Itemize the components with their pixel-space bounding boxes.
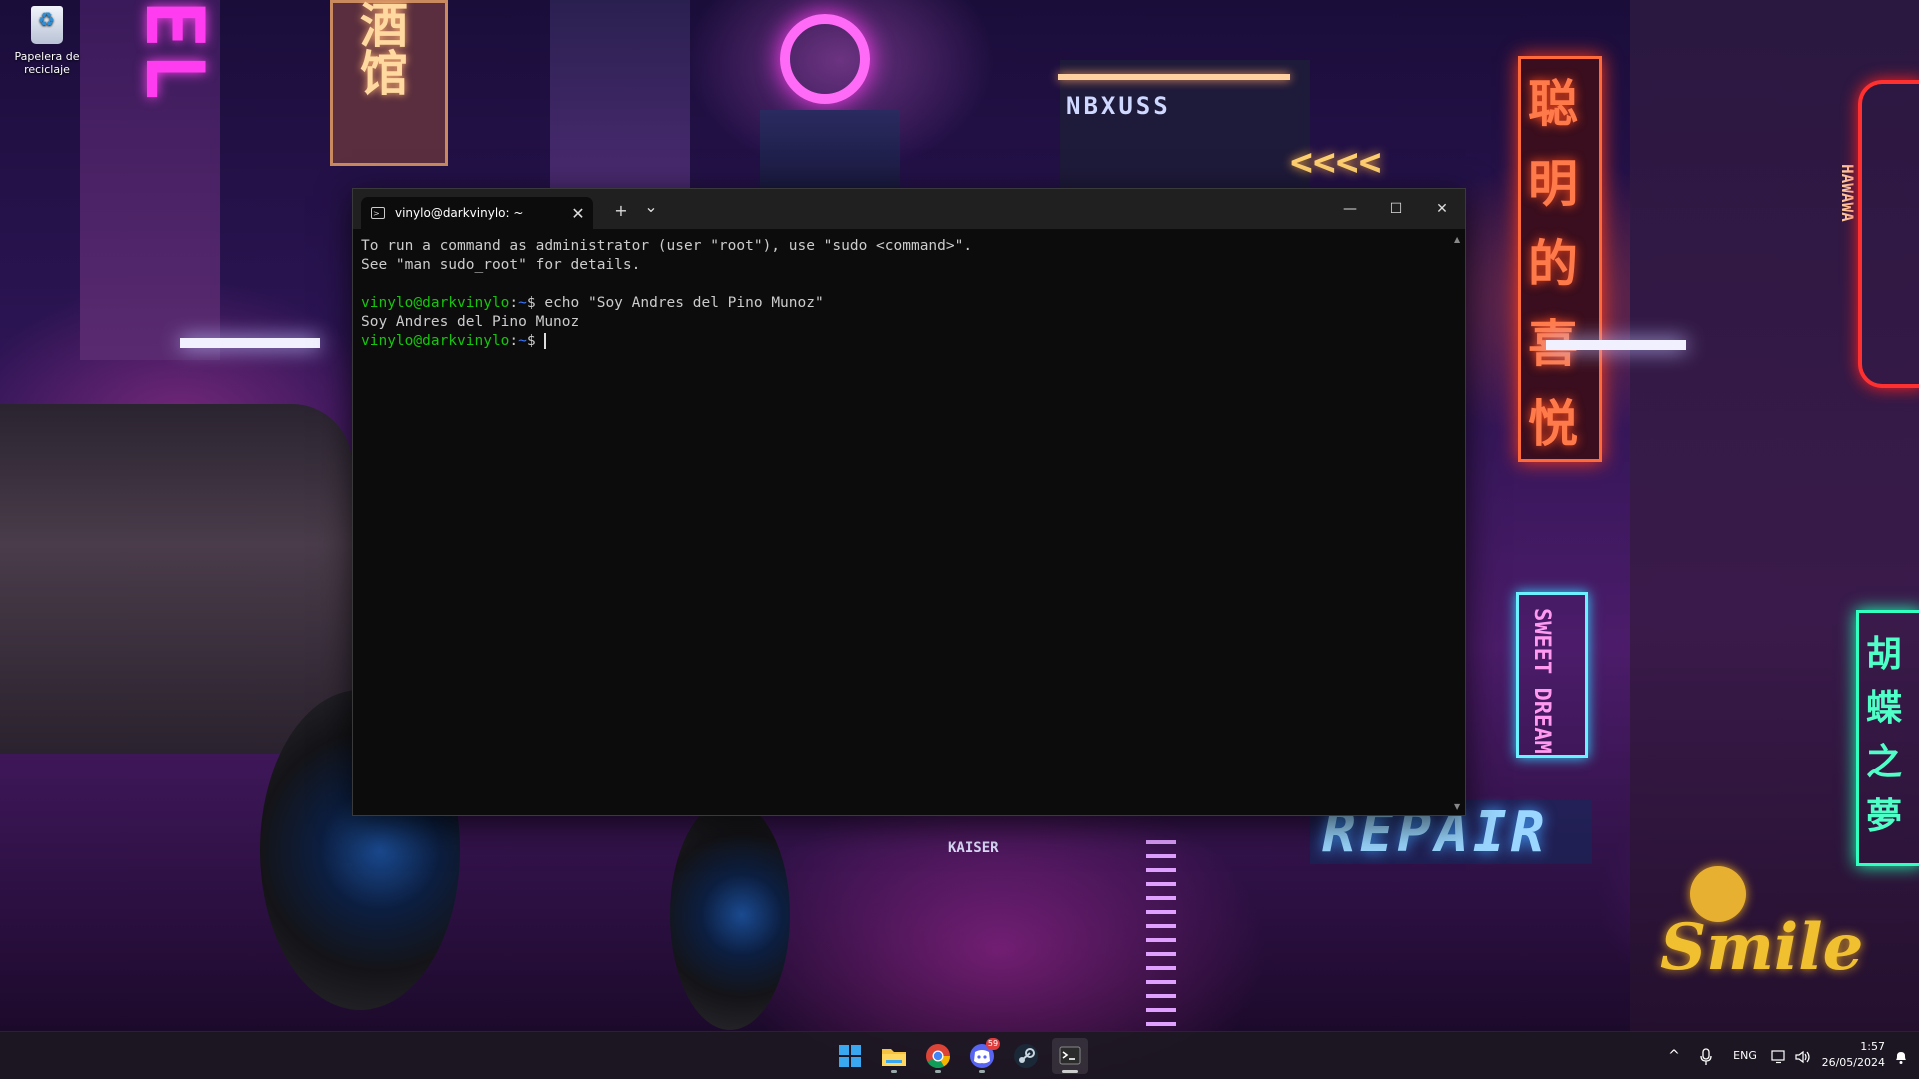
wallpaper-neon-ring	[780, 14, 870, 104]
recycle-bin-label: Papelera de reciclaje	[14, 50, 80, 76]
recycle-bin[interactable]: Papelera de reciclaje	[12, 4, 82, 76]
running-indicator	[1062, 1070, 1078, 1073]
file-explorer-icon	[882, 1049, 906, 1066]
console-line: See "man sudo_root" for details.	[361, 257, 641, 273]
wallpaper-sign-smile: Smile	[1660, 910, 1864, 985]
wallpaper-sign-el: EL	[128, 0, 221, 105]
terminal-icon	[1059, 1046, 1081, 1065]
prompt-separator: :	[509, 333, 519, 349]
wallpaper-sign-sweet-dream: SWEET DREAM	[1529, 608, 1554, 754]
notification-badge: 59	[986, 1038, 1000, 1050]
console-output-line: Soy Andres del Pino Munoz	[361, 314, 580, 330]
chrome-button[interactable]	[920, 1038, 956, 1074]
terminal-console[interactable]: To run a command as administrator (user …	[361, 237, 1445, 815]
steam-button[interactable]	[1008, 1038, 1044, 1074]
taskbar: 59 ^ ENG 1:57 26/05/2024	[0, 1031, 1919, 1079]
tab-dropdown-button[interactable]: ⌄	[637, 193, 665, 221]
scroll-up-icon[interactable]: ▲	[1454, 235, 1460, 244]
terminal-titlebar[interactable]: > vinylo@darkvinylo: ~ ✕ + ⌄ — ☐ ✕	[353, 189, 1465, 229]
clock[interactable]: 1:57 26/05/2024	[1805, 1039, 1885, 1071]
microphone-icon[interactable]	[1691, 1032, 1721, 1079]
close-button[interactable]: ✕	[1419, 189, 1465, 229]
wallpaper-char: 明	[1528, 155, 1578, 213]
scroll-down-icon[interactable]: ▼	[1454, 802, 1460, 811]
wallpaper-sign-hawawa: HAWAWA	[1838, 164, 1857, 222]
wallpaper-red-sign	[1858, 80, 1919, 388]
terminal-tab-icon: >	[371, 207, 385, 219]
wallpaper-street-light-left	[180, 338, 320, 348]
prompt-user: vinylo@darkvinylo	[361, 333, 510, 349]
console-blank-line: ​	[361, 275, 1445, 294]
notification-bell-icon[interactable]	[1889, 1032, 1913, 1079]
chrome-icon	[926, 1044, 950, 1069]
wallpaper-tower-center	[760, 110, 900, 188]
system-tray: ^ ENG 1:57 26/05/2024	[1659, 1032, 1919, 1079]
wallpaper-chinese-right-chars: 聪 明 的 喜 悦	[1528, 64, 1588, 464]
prompt-user: vinylo@darkvinylo	[361, 295, 510, 311]
running-indicator	[979, 1070, 985, 1073]
prompt-end: $	[526, 333, 545, 349]
running-indicator	[891, 1070, 897, 1073]
wallpaper-light-stripes	[1146, 840, 1176, 1030]
wallpaper-char: 之	[1866, 742, 1903, 783]
network-icon[interactable]	[1767, 1032, 1791, 1079]
start-button[interactable]	[832, 1038, 868, 1074]
maximize-button[interactable]: ☐	[1373, 189, 1419, 229]
wallpaper-car-body	[0, 404, 352, 754]
wallpaper-car-wheel-right	[670, 800, 790, 1030]
wallpaper-sign-arrows: <<<<	[1290, 140, 1382, 184]
wallpaper-sign-kaiser: KAISER	[948, 840, 999, 856]
wallpaper-smile-face	[1690, 866, 1746, 922]
wallpaper-nexus-line	[1058, 74, 1290, 80]
wallpaper-char: 夢	[1866, 796, 1903, 837]
discord-button[interactable]: 59	[964, 1038, 1000, 1074]
prompt-separator: :	[509, 295, 519, 311]
text-cursor	[544, 333, 547, 349]
wallpaper-chinese-far-right-chars: 胡 蝶 之 夢	[1866, 628, 1902, 844]
wallpaper-char: 的	[1528, 235, 1578, 293]
console-command-line: vinylo@darkvinylo:~$ echo "Soy Andres de…	[361, 294, 1445, 313]
terminal-tab[interactable]: > vinylo@darkvinylo: ~ ✕	[361, 197, 593, 229]
recycle-bin-icon	[31, 6, 63, 44]
minimize-button[interactable]: —	[1327, 189, 1373, 229]
windows-start-icon	[839, 1045, 861, 1067]
steam-icon	[1014, 1044, 1038, 1068]
wallpaper-sign-chinese-left: 酒馆	[351, 0, 407, 96]
chevron-up-icon[interactable]: ^	[1659, 1032, 1689, 1079]
wallpaper-char: 悦	[1528, 395, 1578, 453]
prompt-end: $	[526, 295, 545, 311]
wallpaper-char: 聪	[1528, 75, 1578, 133]
wallpaper-tower-top	[550, 0, 690, 188]
clock-date: 26/05/2024	[1821, 1056, 1885, 1069]
terminal-window[interactable]: > vinylo@darkvinylo: ~ ✕ + ⌄ — ☐ ✕ To ru…	[352, 188, 1466, 816]
new-tab-button[interactable]: +	[607, 197, 635, 225]
desktop: EL 酒馆 NBXUSS <<<< 聪 明 的 喜 悦 HAWAWA 胡 蝶 之…	[0, 0, 1919, 1079]
prompt-path: ~	[518, 295, 527, 311]
command-text: echo "Soy Andres del Pino Munoz"	[544, 295, 824, 311]
wallpaper-sign-nexus: NBXUSS	[1066, 92, 1171, 120]
terminal-scrollbar[interactable]: ▲ ▼	[1453, 235, 1463, 811]
terminal-button[interactable]	[1052, 1038, 1088, 1074]
console-line: To run a command as administrator (user …	[361, 238, 973, 254]
file-explorer-button[interactable]	[876, 1038, 912, 1074]
clock-time: 1:57	[1860, 1040, 1885, 1053]
wallpaper-char: 蝶	[1866, 688, 1903, 729]
wallpaper-street-light-right	[1546, 340, 1686, 350]
prompt-path: ~	[518, 333, 527, 349]
language-indicator[interactable]: ENG	[1725, 1032, 1765, 1079]
running-indicator	[935, 1070, 941, 1073]
tab-close-icon[interactable]: ✕	[563, 204, 593, 223]
wallpaper-char: 胡	[1866, 634, 1903, 675]
terminal-tab-title: vinylo@darkvinylo: ~	[395, 206, 524, 220]
console-prompt-line: vinylo@darkvinylo:~$	[361, 332, 1445, 351]
